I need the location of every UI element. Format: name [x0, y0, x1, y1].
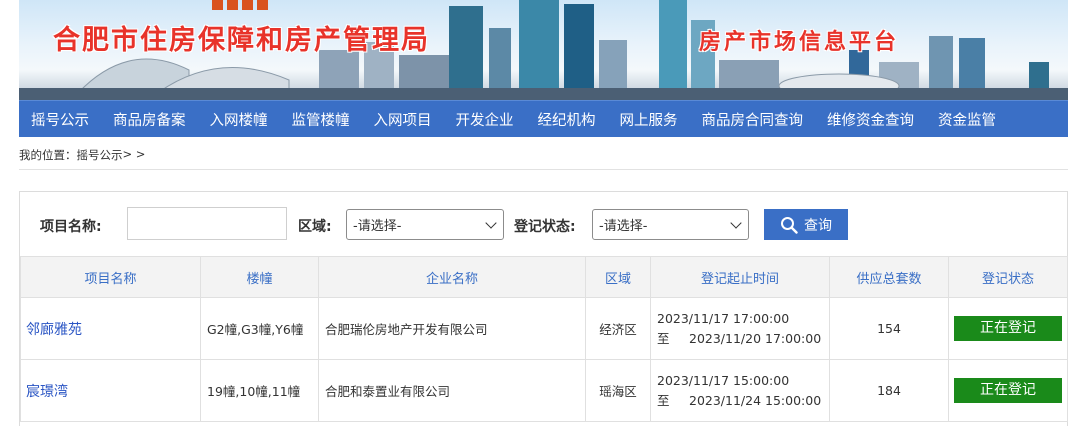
org-title: 合肥市住房保障和房产管理局: [53, 25, 430, 56]
col-header-status[interactable]: 登记状态: [948, 256, 1068, 298]
project-link[interactable]: 宸璟湾: [20, 359, 201, 422]
status-select[interactable]: -请选择-: [592, 209, 749, 240]
col-header-units[interactable]: 供应总套数: [829, 256, 949, 298]
breadcrumb-suffix: > >: [122, 147, 146, 161]
buildings-cell: G2幢,G3幢,Y6幢: [200, 297, 319, 360]
nav-item-agencies[interactable]: 经纪机构: [538, 109, 596, 130]
period-end-line: 至 2023/11/24 15:00:00: [651, 391, 829, 411]
col-header-area[interactable]: 区域: [585, 256, 651, 298]
period-end-line: 至 2023/11/20 17:00:00: [651, 329, 829, 349]
search-form: 项目名称: 区域: -请选择- 登记状态: -请选择- 查询: [20, 192, 1067, 256]
company-cell: 合肥瑞伦房地产开发有限公司: [318, 297, 586, 360]
project-link[interactable]: 邻廊雅苑: [20, 297, 201, 360]
buildings-cell: 19幢,10幢,11幢: [200, 359, 319, 422]
nav-item-contract-query[interactable]: 商品房合同查询: [702, 109, 804, 130]
breadcrumb-prefix: 我的位置：: [19, 148, 77, 162]
status-cell: 正在登记: [948, 359, 1068, 422]
period-start: 2023/11/17 15:00:00: [657, 372, 790, 388]
breadcrumb: 我的位置： 摇号公示 > >: [19, 147, 145, 163]
col-header-project[interactable]: 项目名称: [20, 256, 201, 298]
chevron-down-icon: [730, 217, 742, 229]
nav-item-online-services[interactable]: 网上服务: [620, 109, 678, 130]
col-header-company[interactable]: 企业名称: [318, 256, 586, 298]
nav-item-commercial-filing[interactable]: 商品房备案: [113, 109, 186, 130]
nav-item-developers[interactable]: 开发企业: [456, 109, 514, 130]
header-banner: 合肥市住房保障和房产管理局 房产市场信息平台: [19, 0, 1068, 100]
area-select-value: -请选择-: [353, 219, 402, 234]
platform-title: 房产市场信息平台: [699, 30, 900, 55]
status-cell: 正在登记: [948, 297, 1068, 360]
table-row: 邻廊雅苑 G2幢,G3幢,Y6幢 合肥瑞伦房地产开发有限公司 经济区 2023/…: [20, 297, 1068, 360]
nav-item-network-buildings[interactable]: 入网楼幢: [210, 109, 268, 130]
results-panel: 项目名称: 区域: -请选择- 登记状态: -请选择- 查询 项目名称 楼幢 企…: [19, 191, 1068, 426]
period-cell: 2023/11/17 17:00:00 至 2023/11/20 17:00:00: [650, 297, 830, 360]
search-button-label: 查询: [804, 217, 832, 234]
nav-item-fund-supervision[interactable]: 资金监管: [938, 109, 996, 130]
project-name-input[interactable]: [127, 207, 287, 240]
col-header-buildings[interactable]: 楼幢: [200, 256, 319, 298]
period-to: 至: [657, 330, 670, 346]
period-start: 2023/11/17 17:00:00: [657, 310, 790, 326]
company-cell: 合肥和泰置业有限公司: [318, 359, 586, 422]
col-header-period[interactable]: 登记起止时间: [650, 256, 830, 298]
lottery-table: 项目名称 楼幢 企业名称 区域 登记起止时间 供应总套数 登记状态 邻廊雅苑 G…: [20, 256, 1068, 422]
status-badge[interactable]: 正在登记: [954, 316, 1062, 341]
nav-item-lottery[interactable]: 摇号公示: [31, 109, 89, 130]
nav-item-supervised-buildings[interactable]: 监管楼幢: [292, 109, 350, 130]
area-label: 区域:: [298, 219, 332, 235]
divider: [19, 169, 1068, 170]
chevron-down-icon: [485, 217, 497, 229]
units-cell: 154: [829, 297, 949, 360]
status-label: 登记状态:: [514, 219, 576, 235]
table-header-row: 项目名称 楼幢 企业名称 区域 登记起止时间 供应总套数 登记状态: [20, 256, 1068, 298]
project-name-label: 项目名称:: [40, 219, 102, 235]
search-icon: [781, 216, 798, 234]
breadcrumb-current[interactable]: 摇号公示: [77, 147, 123, 163]
logo-bars: [212, 0, 268, 10]
nav-item-network-projects[interactable]: 入网项目: [374, 109, 432, 130]
period-cell: 2023/11/17 15:00:00 至 2023/11/24 15:00:00: [650, 359, 830, 422]
area-cell: 经济区: [585, 297, 651, 360]
area-select[interactable]: -请选择-: [346, 209, 504, 240]
area-cell: 瑶海区: [585, 359, 651, 422]
status-badge[interactable]: 正在登记: [954, 378, 1062, 403]
status-select-value: -请选择-: [599, 219, 648, 234]
period-to: 至: [657, 392, 670, 408]
units-cell: 184: [829, 359, 949, 422]
table-row: 宸璟湾 19幢,10幢,11幢 合肥和泰置业有限公司 瑶海区 2023/11/1…: [20, 359, 1068, 422]
main-nav: 摇号公示 商品房备案 入网楼幢 监管楼幢 入网项目 开发企业 经纪机构 网上服务…: [19, 100, 1068, 137]
nav-item-maintenance-fund[interactable]: 维修资金查询: [827, 109, 914, 130]
period-end: 2023/11/20 17:00:00: [689, 330, 822, 346]
period-end: 2023/11/24 15:00:00: [689, 392, 822, 408]
search-button[interactable]: 查询: [764, 209, 848, 240]
